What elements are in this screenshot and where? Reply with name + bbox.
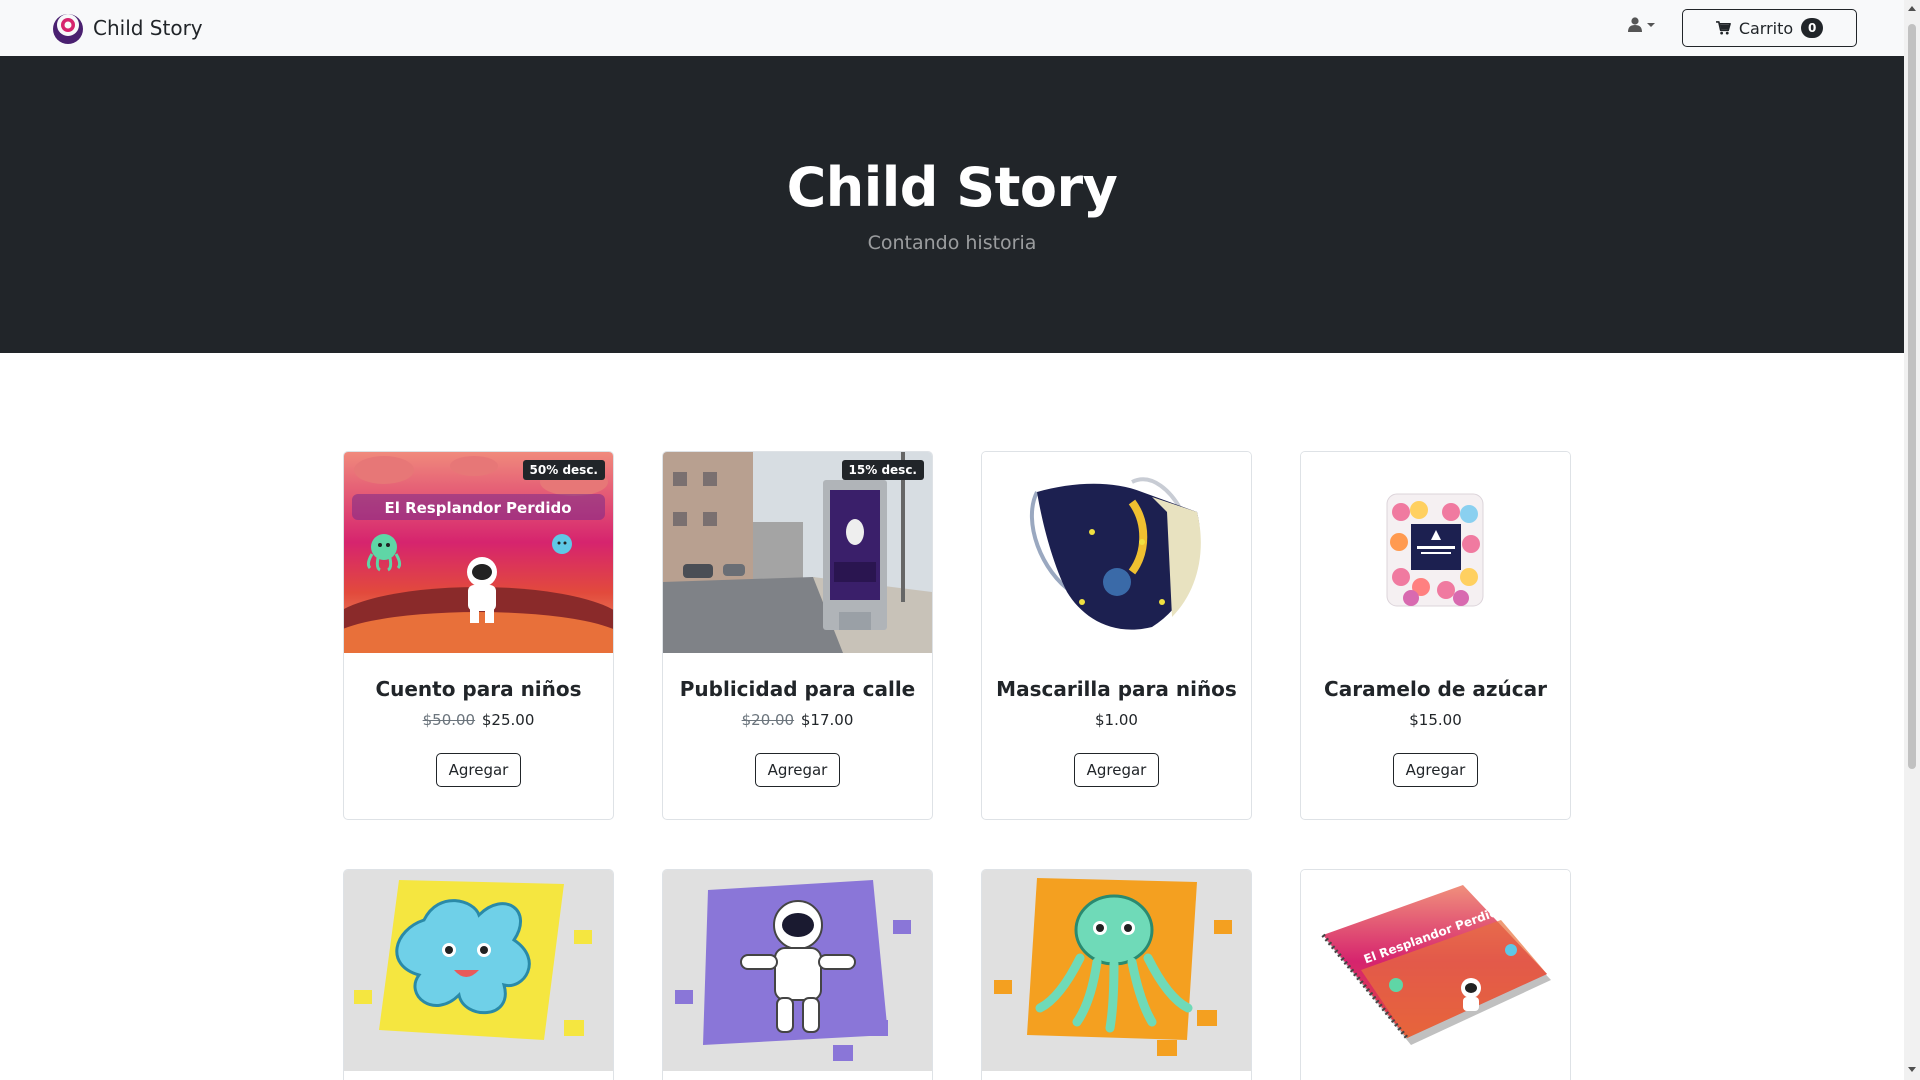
face-mask-image: [982, 452, 1251, 653]
product-price: $50.00 $25.00: [344, 711, 613, 729]
card-body: Cuento para niños $50.00 $25.00 Agregar: [344, 653, 613, 787]
product-name: Mascarilla para niños: [996, 677, 1237, 701]
price: $1.00: [1095, 711, 1138, 729]
scroll-down-arrow-icon[interactable]: [1908, 1067, 1916, 1072]
cart-count-badge: 0: [1801, 18, 1824, 38]
navbar: Child Story Carrito 0: [0, 0, 1904, 56]
astronaut-puzzle-image: [663, 870, 932, 1071]
discount-badge: 50% desc.: [522, 460, 605, 480]
candy-bag-image: [1301, 452, 1570, 653]
product-card: El Resplandor Perdido: [1300, 869, 1571, 1080]
product-card: 15% desc. Publicidad para calle $20.00 $…: [662, 451, 933, 820]
cart-icon: [1715, 21, 1731, 35]
notebook-image: El Resplandor Perdido: [1301, 870, 1570, 1071]
street-billboard-image: [663, 452, 932, 653]
star-puzzle-image: [344, 870, 613, 1071]
sale-price: $17.00: [800, 711, 854, 729]
hero-title: Child Story: [786, 156, 1118, 219]
brand-name: Child Story: [93, 16, 203, 40]
product-card: Mascarilla para niños $1.00 Agregar: [981, 451, 1252, 820]
product-card: [343, 869, 614, 1080]
old-price: $20.00: [741, 711, 795, 729]
card-body: Caramelo de azúcar $15.00 Agregar: [1301, 653, 1570, 787]
product-image: [1301, 452, 1570, 653]
product-card: [981, 869, 1252, 1080]
page-scrollbar[interactable]: [1904, 0, 1920, 1080]
product-image: [344, 870, 613, 1071]
book-cover-title: El Resplandor Perdido: [384, 499, 571, 517]
product-price: $1.00: [982, 711, 1251, 729]
book-cover-image: El Resplandor Perdido: [344, 452, 613, 653]
product-card: Caramelo de azúcar $15.00 Agregar: [1300, 451, 1571, 820]
product-image: [982, 870, 1251, 1071]
add-to-cart-button[interactable]: Agregar: [1073, 753, 1160, 787]
user-icon: [1628, 17, 1642, 32]
product-card: El Resplandor Perdido 50% desc. Cuento p…: [343, 451, 614, 820]
chevron-down-icon: [1647, 22, 1655, 27]
product-image: [982, 452, 1251, 653]
product-image: 15% desc.: [663, 452, 932, 653]
discount-badge: 15% desc.: [841, 460, 924, 480]
product-image: [663, 870, 932, 1071]
hero-header: Child Story Contando historia: [0, 56, 1904, 353]
add-to-cart-button[interactable]: Agregar: [1392, 753, 1479, 787]
octopus-puzzle-image: [982, 870, 1251, 1071]
child-story-logo-icon: [53, 14, 83, 44]
brand-link[interactable]: Child Story: [49, 11, 203, 45]
product-name: Caramelo de azúcar: [1324, 677, 1547, 701]
product-card: [662, 869, 933, 1080]
scroll-up-arrow-icon[interactable]: [1908, 6, 1916, 11]
product-price: $20.00 $17.00: [663, 711, 932, 729]
product-price: $15.00: [1301, 711, 1570, 729]
add-to-cart-button[interactable]: Agregar: [754, 753, 841, 787]
product-name: Publicidad para calle: [679, 677, 916, 701]
cart-button[interactable]: Carrito 0: [1682, 9, 1857, 47]
product-image: El Resplandor Perdido 50% desc.: [344, 452, 613, 653]
sale-price: $25.00: [481, 711, 535, 729]
card-body: Mascarilla para niños $1.00 Agregar: [982, 653, 1251, 787]
product-name: Cuento para niños: [375, 677, 582, 701]
add-to-cart-button[interactable]: Agregar: [435, 753, 522, 787]
price: $15.00: [1409, 711, 1462, 729]
product-image: El Resplandor Perdido: [1301, 870, 1570, 1071]
card-body: Publicidad para calle $20.00 $17.00 Agre…: [663, 653, 932, 787]
old-price: $50.00: [422, 711, 476, 729]
scrollbar-thumb[interactable]: [1908, 24, 1916, 769]
hero-subtitle: Contando historia: [867, 232, 1037, 254]
user-menu-dropdown[interactable]: [1628, 17, 1655, 32]
cart-label: Carrito: [1738, 18, 1794, 38]
